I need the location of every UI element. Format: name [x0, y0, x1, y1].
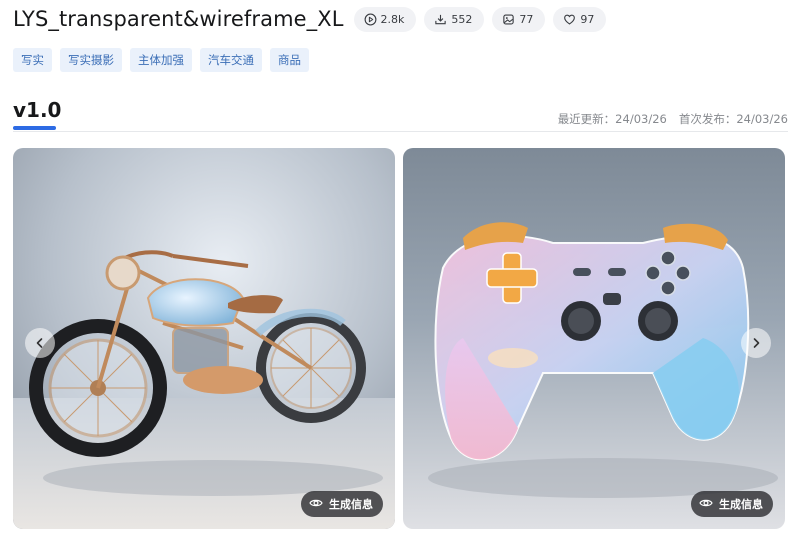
heart-icon	[563, 13, 576, 26]
tag-item[interactable]: 写实	[13, 48, 52, 72]
generation-info-label: 生成信息	[719, 498, 763, 511]
play-icon	[364, 13, 377, 26]
eye-icon	[699, 496, 713, 513]
tag-item[interactable]: 商品	[270, 48, 309, 72]
download-count-button[interactable]: 552	[424, 6, 485, 32]
download-count: 552	[451, 12, 473, 26]
stats-bar: 2.8k 552 77 97	[353, 6, 607, 32]
version-dates: 最近更新：24/03/26 首次发布：24/03/26	[558, 111, 788, 127]
model-title: LYS_transparent&wireframe_XL	[13, 7, 344, 31]
tag-item[interactable]: 汽车交通	[200, 48, 262, 72]
tag-list: 写实 写实摄影 主体加强 汽车交通 商品	[13, 48, 309, 72]
download-icon	[434, 13, 447, 26]
chevron-right-icon	[750, 334, 762, 353]
version-tab[interactable]: v1.0	[13, 98, 61, 122]
image-count: 77	[519, 12, 534, 26]
generation-info-button[interactable]: 生成信息	[691, 491, 773, 517]
previous-image-button[interactable]	[25, 328, 55, 358]
gallery-image-motorcycle[interactable]: 生成信息	[13, 148, 395, 529]
tag-item[interactable]: 主体加强	[130, 48, 192, 72]
active-tab-indicator	[13, 126, 56, 130]
last-updated: 最近更新：24/03/26	[557, 112, 667, 126]
motorcycle-image	[13, 148, 395, 529]
generation-info-label: 生成信息	[329, 498, 373, 511]
version-bar: v1.0 最近更新：24/03/26 首次发布：24/03/26	[13, 98, 788, 132]
first-published: 首次发布：24/03/26	[678, 112, 788, 126]
chevron-left-icon	[34, 334, 46, 353]
eye-icon	[309, 496, 323, 513]
next-image-button[interactable]	[741, 328, 771, 358]
generation-info-button[interactable]: 生成信息	[301, 491, 383, 517]
image-icon	[502, 13, 515, 26]
image-count-button[interactable]: 77	[492, 6, 546, 32]
like-button[interactable]: 97	[553, 6, 607, 32]
run-count-button[interactable]: 2.8k	[353, 6, 417, 32]
tag-item[interactable]: 写实摄影	[60, 48, 122, 72]
like-count: 97	[580, 12, 595, 26]
gallery-image-controller[interactable]: 生成信息	[403, 148, 785, 529]
model-header: LYS_transparent&wireframe_XL 2.8k 552 77…	[13, 4, 607, 34]
controller-image	[403, 148, 785, 529]
run-count: 2.8k	[380, 12, 405, 26]
